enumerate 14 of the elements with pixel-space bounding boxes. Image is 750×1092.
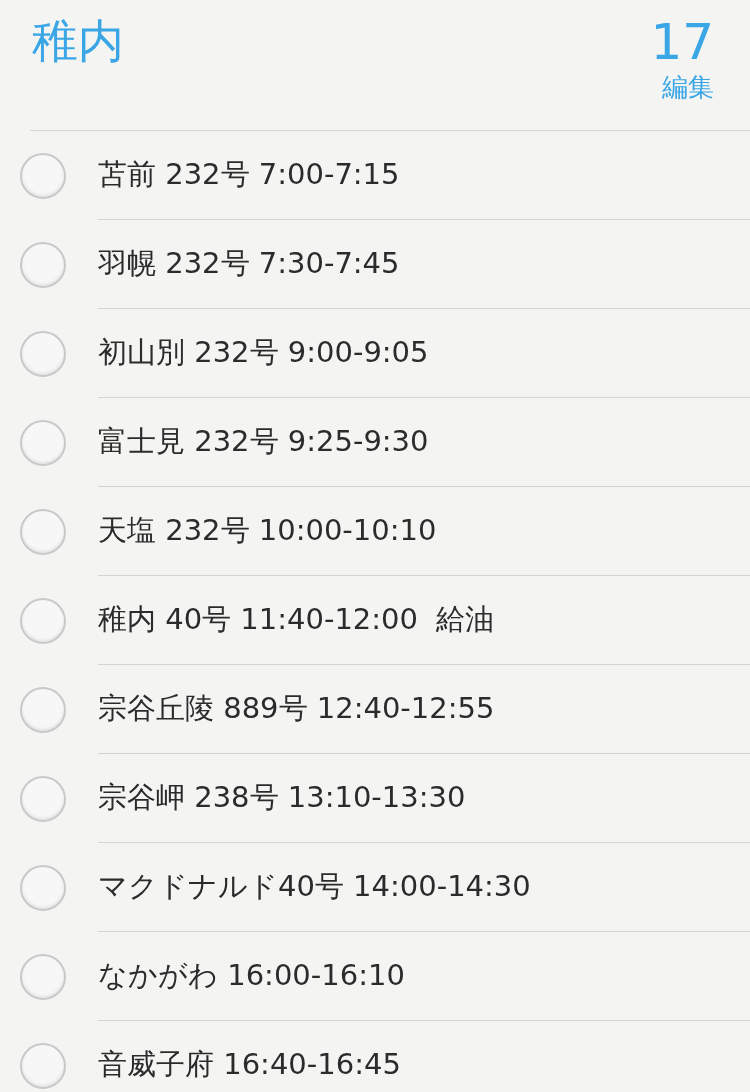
reminder-text: 稚内 40号 11:40-12:00 給油 [98,601,495,639]
reminder-text: 天塩 232号 10:00-10:10 [98,512,437,550]
list-title: 稚内 [32,13,124,70]
reminder-text: 音威子府 16:40-16:45 [98,1046,401,1084]
reminder-text: マクドナルド40号 14:00-14:30 [98,868,531,906]
reminder-text: なかがわ 16:00-16:10 [98,957,405,995]
reminder-text: 羽幌 232号 7:30-7:45 [98,245,400,283]
reminder-text: 宗谷丘陵 889号 12:40-12:55 [98,690,495,728]
reminder-text: 苫前 232号 7:00-7:15 [98,156,400,194]
edit-button[interactable]: 編集 [662,72,714,104]
reminder-text: 初山別 232号 9:00-9:05 [98,334,429,372]
reminder-text: 宗谷岬 238号 13:10-13:30 [98,779,466,817]
item-count: 17 [650,12,714,72]
reminder-text: 富士見 232号 9:25-9:30 [98,423,429,461]
